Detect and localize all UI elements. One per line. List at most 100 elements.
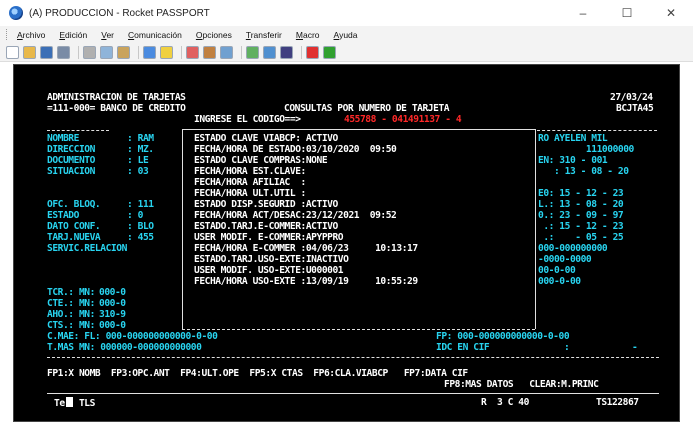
window-controls: – ☐ ✕ <box>561 0 693 26</box>
status-field-label: SERVIC.RELACION <box>47 243 127 254</box>
menu-ayuda[interactable]: Ayuda <box>334 30 358 40</box>
menu-comunicacion[interactable]: Comunicación <box>128 30 182 40</box>
menu-edicion[interactable]: Edición <box>59 30 87 40</box>
customer-field-row: DIRECCION: MZ. <box>47 144 154 155</box>
highlight-icon[interactable] <box>160 45 173 59</box>
record-icon[interactable] <box>306 45 319 59</box>
menu-archivo[interactable]: Archivo <box>17 30 45 40</box>
customer-field-value: : LE <box>127 155 149 166</box>
color-icon[interactable] <box>143 45 156 59</box>
transfer2-icon[interactable] <box>263 45 276 59</box>
popup-line: FECHA/HORA EST.CLAVE: <box>194 166 306 177</box>
account-field-value: 310-9 <box>99 309 126 320</box>
status-field-value: : 111 <box>127 199 154 210</box>
customer-field-row: SITUACION : 03 <box>47 166 154 177</box>
card-status-popup: ESTADO CLAVE VIABCP: ACTIVO FECHA/HORA DE… <box>194 133 418 287</box>
status-field-value: : 455 <box>127 232 154 243</box>
account-field-row: AHO.: MN: 310-9 <box>47 309 126 320</box>
menu-transferir[interactable]: Transferir <box>246 30 282 40</box>
screen-date: 27/03/24 <box>610 92 653 103</box>
menu-ver[interactable]: Ver <box>101 30 114 40</box>
transfer-icon[interactable] <box>246 45 259 59</box>
close-button[interactable]: ✕ <box>649 0 693 26</box>
title-bar: (A) PRODUCCION - Rocket PASSPORT – ☐ ✕ <box>0 0 693 26</box>
right-detail-line: 111000000 <box>538 144 634 155</box>
toolbar-separator <box>241 45 242 59</box>
popup-line: FECHA/HORA DE ESTADO:03/10/2020 09:50 <box>194 144 397 155</box>
account-field-label: AHO.: MN: <box>47 309 95 320</box>
idc-colon: : <box>564 342 570 353</box>
right-detail-line: E0: 15 - 12 - 23 <box>538 188 624 199</box>
customer-block: NOMBRE: RAM DIRECCION: MZ. DOCUMENTO: LE SI… <box>47 133 154 177</box>
left-separator <box>47 130 109 131</box>
menu-grip <box>6 29 9 40</box>
connect-icon[interactable] <box>186 45 199 59</box>
popup-line: ESTADO CLAVE VIABCP: ACTIVO <box>194 133 338 144</box>
window-title: (A) PRODUCCION - Rocket PASSPORT <box>29 7 210 19</box>
open-folder-icon[interactable] <box>23 45 36 59</box>
customer-field-label: DIRECCION <box>47 144 95 155</box>
code-prompt: INGRESE EL CODIGO==> <box>194 114 301 125</box>
status-field-label: OFC. BLOQ. <box>47 199 101 210</box>
toolbar-separator <box>301 45 302 59</box>
menu-opciones[interactable]: Opciones <box>196 30 232 40</box>
app-icon <box>9 6 23 20</box>
popup-line: FECHA/HORA ACT/DESAC:23/12/2021 09:52 <box>194 210 397 221</box>
status-field-row: DATO CONF.: BLO <box>47 221 154 232</box>
save-icon[interactable] <box>40 45 53 59</box>
accounts-block: TCR.: MN: 000-0 CTE.: MN: 000-0 AHO.: MN: 310… <box>47 287 126 331</box>
screen-icon[interactable] <box>220 45 233 59</box>
print-icon[interactable] <box>57 45 70 59</box>
customer-field-row: NOMBRE: RAM <box>47 133 154 144</box>
tmas-line: T.MAS MN: 000000-000000000000 <box>47 342 202 353</box>
terminal-screen[interactable]: ADMINISTRACION DE TARJETAS 27/03/24 =111… <box>13 64 680 422</box>
paste-icon[interactable] <box>117 45 130 59</box>
program-id: BCJTA45 <box>616 103 654 114</box>
play-icon[interactable] <box>323 45 336 59</box>
maximize-button[interactable]: ☐ <box>605 0 649 26</box>
popup-line: ESTADO.TARJ.USO-EXTE:INACTIVO <box>194 254 349 265</box>
menu-bar: Archivo Edición Ver Comunicación Opcione… <box>0 26 693 43</box>
font-icon[interactable] <box>203 45 216 59</box>
account-field-value: 000-0 <box>99 287 126 298</box>
copy-icon[interactable] <box>100 45 113 59</box>
status-block: OFC. BLOQ.: 111 ESTADO: 0 DATO CONF.: BLO T… <box>47 199 154 254</box>
right-detail-line: 000-0-00 <box>538 276 581 287</box>
cut-icon[interactable] <box>83 45 96 59</box>
minimize-button[interactable]: – <box>561 0 605 26</box>
toolbar <box>0 43 693 62</box>
code-input[interactable]: 455788 - 041491137 - 4 <box>344 114 462 125</box>
function-keys-row1: FP1:X NOMB FP3:OPC.ANT FP4:ULT.OPE FP5:X… <box>47 368 468 379</box>
new-icon[interactable] <box>6 45 19 59</box>
screen-title: ADMINISTRACION DE TARJETAS <box>47 92 186 103</box>
status-field-row: SERVIC.RELACION <box>47 243 154 254</box>
right-detail-line: : 13 - 08 - 20 <box>538 166 629 177</box>
cursor-block <box>65 397 73 407</box>
right-detail-line: EN: 310 - 001 <box>538 155 608 166</box>
right-detail-line: 000-000000000 <box>538 243 608 254</box>
menu-macro[interactable]: Macro <box>296 30 320 40</box>
customer-field-label: SITUACION <box>47 166 95 177</box>
customer-field-label: NOMBRE <box>47 133 79 144</box>
status-field-label: DATO CONF. <box>47 221 101 232</box>
popup-top-border <box>182 129 535 130</box>
customer-field-row: DOCUMENTO: LE <box>47 155 154 166</box>
bank-name: =111-000= BANCO DE CREDITO <box>47 103 186 114</box>
account-field-label: CTE.: MN: <box>47 298 95 309</box>
status-field-label: ESTADO <box>47 210 79 221</box>
idc-dash: - <box>632 342 638 353</box>
cmae-line: C.MAE: FL: 000-000000000000-0-00 <box>47 331 218 342</box>
right-detail-line: -0000-0000 <box>538 254 592 265</box>
right-detail-line: L.: 13 - 08 - 20 <box>538 199 624 210</box>
right-separator <box>537 130 657 131</box>
status-field-label: TARJ.NUEVA <box>47 232 101 243</box>
account-field-label: CTS.: MN: <box>47 320 95 331</box>
account-field-value: 000-0 <box>99 320 126 331</box>
account-field-row: TCR.: MN: 000-0 <box>47 287 126 298</box>
account-field-row: CTE.: MN: 000-0 <box>47 298 126 309</box>
session-id: TS122867 <box>596 397 639 408</box>
right-detail-line: 0.: 23 - 09 - 97 <box>538 210 624 221</box>
customer-field-value: : 03 <box>127 166 149 177</box>
binoculars-icon[interactable] <box>280 45 293 59</box>
right-detail-line: RO AYELEN MIL <box>538 133 608 144</box>
